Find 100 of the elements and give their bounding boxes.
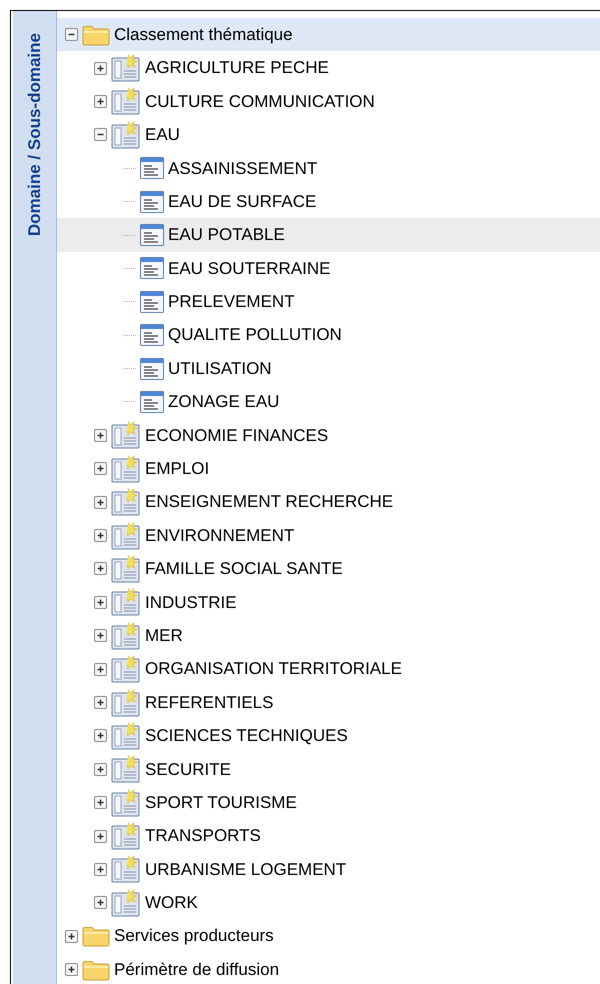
tree-label: ECONOMIE FINANCES: [145, 424, 328, 447]
tree-row[interactable]: EAU: [57, 118, 600, 152]
expand-icon[interactable]: [94, 862, 107, 876]
list-document-icon: [140, 324, 164, 346]
list-document-icon: [140, 190, 164, 213]
folder-icon: [82, 958, 110, 981]
tree-row[interactable]: AGRICULTURE PECHE: [57, 51, 600, 85]
tree-label: EAU POTABLE: [168, 224, 285, 246]
list-document-icon: [140, 157, 164, 180]
tree-label: QUALITE POLLUTION: [168, 324, 342, 346]
side-tab[interactable]: Domaine / Sous-domaine: [11, 11, 57, 984]
tree-label: URBANISME LOGEMENT: [145, 858, 346, 881]
tree-row[interactable]: FAMILLE SOCIAL SANTE: [57, 552, 600, 586]
tree-row[interactable]: EAU POTABLE: [57, 218, 600, 252]
tree-label: SCIENCES TECHNIQUES: [145, 725, 348, 748]
tree-label: SECURITE: [145, 758, 231, 781]
list-document-icon: [140, 224, 164, 246]
tree-label: ASSAINISSEMENT: [168, 158, 318, 180]
list-document-icon: [140, 358, 164, 380]
document-star-icon: [111, 454, 141, 484]
tree-row[interactable]: MER: [57, 619, 600, 652]
tree-label: Périmètre de diffusion: [114, 958, 280, 981]
tree-row[interactable]: ENVIRONNEMENT: [57, 518, 600, 552]
folder-icon: [82, 925, 110, 948]
expand-icon[interactable]: [94, 830, 107, 843]
tree-row[interactable]: Périmètre de diffusion: [57, 952, 600, 984]
document-star-icon: [111, 754, 141, 784]
tree-label: EAU DE SURFACE: [168, 190, 316, 213]
tree-label: PRELEVEMENT: [168, 291, 295, 314]
expand-icon[interactable]: [94, 729, 107, 742]
tree-label: EMPLOI: [145, 458, 210, 480]
folder-icon: [82, 24, 110, 46]
expand-icon[interactable]: [94, 896, 107, 910]
tree-row[interactable]: PRELEVEMENT: [57, 285, 600, 319]
list-document-icon: [140, 290, 164, 313]
list-document-icon: [140, 257, 164, 280]
tree-label: AGRICULTURE PECHE: [145, 57, 329, 80]
tree-label: ORGANISATION TERRITORIALE: [145, 658, 402, 680]
tree-label: REFERENTIELS: [145, 692, 274, 714]
tree-label: FAMILLE SOCIAL SANTE: [145, 558, 343, 580]
document-star-icon: [111, 720, 141, 751]
tree-label: ENVIRONNEMENT: [145, 524, 294, 547]
tree-row[interactable]: Classement thématique: [57, 18, 600, 52]
tree-row[interactable]: ORGANISATION TERRITORIALE: [57, 652, 600, 686]
tree-row[interactable]: EAU SOUTERRAINE: [57, 252, 600, 286]
expand-icon[interactable]: [94, 496, 107, 509]
document-star-icon: [111, 788, 141, 818]
document-star-icon: [111, 854, 141, 884]
tree-label: ZONAGE EAU: [168, 391, 280, 414]
tree-label: WORK: [145, 892, 198, 914]
list-document-icon: [140, 390, 164, 413]
expand-icon[interactable]: [94, 762, 107, 776]
document-star-icon: [111, 554, 141, 584]
side-tab-label: Domaine / Sous-domaine: [24, 33, 45, 236]
tree-row[interactable]: QUALITE POLLUTION: [57, 318, 600, 352]
document-star-icon: [111, 120, 141, 150]
tree-row[interactable]: Services producteurs: [57, 920, 600, 953]
expand-icon[interactable]: [94, 662, 107, 676]
collapse-icon[interactable]: [65, 28, 78, 42]
document-star-icon: [111, 86, 141, 116]
expand-icon[interactable]: [94, 462, 107, 476]
expand-icon[interactable]: [94, 94, 107, 108]
tree-row[interactable]: REFERENTIELS: [57, 686, 600, 720]
tree-label: Classement thématique: [114, 24, 293, 46]
tree-row[interactable]: TRANSPORTS: [57, 819, 600, 853]
tree-label: MER: [145, 624, 183, 647]
tree-label: INDUSTRIE: [145, 592, 237, 614]
tree-row[interactable]: ASSAINISSEMENT: [57, 152, 600, 185]
expand-icon[interactable]: [94, 596, 107, 609]
expand-icon[interactable]: [94, 428, 107, 442]
expand-icon[interactable]: [94, 562, 107, 576]
document-star-icon: [111, 821, 141, 852]
expand-icon[interactable]: [94, 629, 107, 642]
tree-row[interactable]: ENSEIGNEMENT RECHERCHE: [57, 485, 600, 519]
tree-row[interactable]: INDUSTRIE: [57, 586, 600, 620]
tree-label: SPORT TOURISME: [145, 792, 297, 814]
tree-label: EAU SOUTERRAINE: [168, 258, 330, 280]
tree-row[interactable]: ECONOMIE FINANCES: [57, 418, 600, 452]
tree-row[interactable]: URBANISME LOGEMENT: [57, 852, 600, 886]
expand-icon[interactable]: [94, 529, 107, 542]
document-star-icon: [111, 688, 141, 718]
tree-row[interactable]: SPORT TOURISME: [57, 786, 600, 820]
document-star-icon: [111, 53, 141, 84]
expand-icon[interactable]: [65, 963, 78, 976]
document-star-icon: [111, 620, 141, 651]
tree-row[interactable]: EMPLOI: [57, 452, 600, 486]
tree-row[interactable]: EAU DE SURFACE: [57, 184, 600, 218]
expand-icon[interactable]: [94, 696, 107, 709]
tree-row[interactable]: SCIENCES TECHNIQUES: [57, 719, 600, 753]
tree-row[interactable]: CULTURE COMMUNICATION: [57, 84, 600, 118]
expand-icon[interactable]: [94, 62, 107, 75]
document-star-icon: [111, 587, 141, 618]
collapse-icon[interactable]: [94, 128, 107, 142]
tree-label: TRANSPORTS: [145, 825, 261, 848]
tree-row[interactable]: WORK: [57, 886, 600, 920]
expand-icon[interactable]: [65, 930, 78, 943]
expand-icon[interactable]: [94, 796, 107, 810]
tree-row[interactable]: SECURITE: [57, 752, 600, 786]
tree-row[interactable]: ZONAGE EAU: [57, 385, 600, 419]
tree-row[interactable]: UTILISATION: [57, 352, 600, 386]
